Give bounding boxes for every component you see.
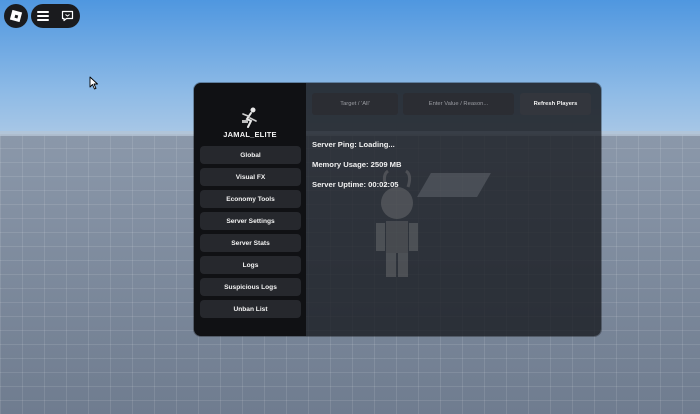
hamburger-menu-icon[interactable] <box>37 11 49 21</box>
target-input[interactable] <box>312 93 398 115</box>
sidebar-nav: Global Visual FX Economy Tools Server Se… <box>200 146 301 322</box>
user-avatar-icon <box>242 107 257 128</box>
nav-economy-tools-button[interactable]: Economy Tools <box>200 190 301 208</box>
refresh-players-button[interactable]: Refresh Players <box>520 93 591 115</box>
mouse-cursor-icon <box>89 76 99 95</box>
memory-usage-stat: Memory Usage: 2509 MB <box>312 160 402 169</box>
nav-global-button[interactable]: Global <box>200 146 301 164</box>
chat-icon[interactable] <box>61 10 74 22</box>
top-bar-controls <box>31 4 80 28</box>
admin-panel: JAMAL_ELITE Global Visual FX Economy Too… <box>194 83 601 336</box>
server-ping-stat: Server Ping: Loading... <box>312 140 395 149</box>
nav-server-settings-button[interactable]: Server Settings <box>200 212 301 230</box>
nav-visual-fx-button[interactable]: Visual FX <box>200 168 301 186</box>
value-reason-input[interactable] <box>403 93 514 115</box>
nav-suspicious-logs-button[interactable]: Suspicious Logs <box>200 278 301 296</box>
sidebar: JAMAL_ELITE Global Visual FX Economy Too… <box>194 83 306 336</box>
nav-unban-list-button[interactable]: Unban List <box>200 300 301 318</box>
nav-logs-button[interactable]: Logs <box>200 256 301 274</box>
username-label: JAMAL_ELITE <box>223 130 277 139</box>
roblox-logo-icon[interactable] <box>4 4 28 28</box>
nav-server-stats-button[interactable]: Server Stats <box>200 234 301 252</box>
server-uptime-stat: Server Uptime: 00:02:05 <box>312 180 399 189</box>
